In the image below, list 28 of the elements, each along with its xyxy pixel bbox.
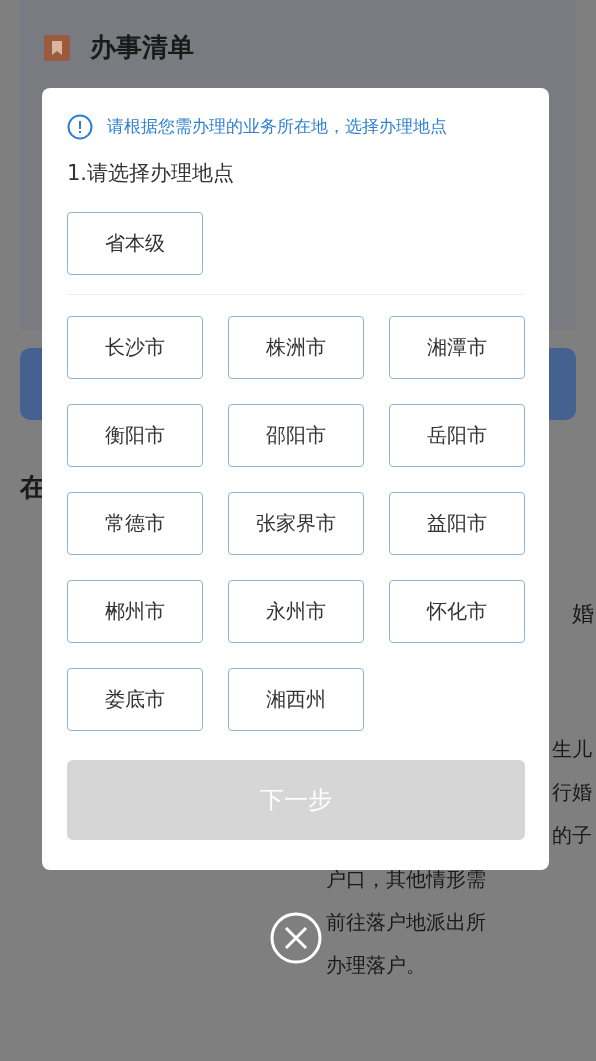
description-line: 户口，其他情形需 (326, 866, 486, 893)
location-option[interactable]: 怀化市 (389, 579, 525, 643)
bookmark-icon (44, 34, 70, 61)
location-option[interactable]: 永州市 (228, 579, 364, 643)
notice-text: 请根据您需办理的业务所在地，选择办理地点 (107, 115, 447, 139)
location-option[interactable]: 张家界市 (228, 491, 364, 555)
location-option[interactable]: 省本级 (67, 211, 203, 275)
description-line: 前往落户地派出所 (326, 909, 486, 936)
location-option[interactable]: 株洲市 (228, 315, 364, 379)
location-option[interactable]: 常德市 (67, 491, 203, 555)
location-option[interactable]: 湘潭市 (389, 315, 525, 379)
step-title: 1.请选择办理地点 (67, 160, 236, 187)
location-option[interactable]: 益阳市 (389, 491, 525, 555)
location-option[interactable]: 长沙市 (67, 315, 203, 379)
info-icon (67, 114, 93, 140)
close-button[interactable] (270, 912, 322, 964)
location-option[interactable]: 衡阳市 (67, 403, 203, 467)
location-option[interactable]: 湘西州 (228, 667, 364, 731)
page-title: 办事清单 (90, 31, 194, 64)
description-line: 办理落户。 (326, 952, 426, 979)
description-line: 行婚 (552, 779, 592, 806)
description-line: 生儿 (552, 736, 592, 763)
location-option[interactable]: 郴州市 (67, 579, 203, 643)
location-option[interactable]: 邵阳市 (228, 403, 364, 467)
location-option[interactable]: 岳阳市 (389, 403, 525, 467)
card-title: 婚 (572, 600, 594, 628)
description-line: 的子 (552, 822, 592, 849)
location-option[interactable]: 娄底市 (67, 667, 203, 731)
